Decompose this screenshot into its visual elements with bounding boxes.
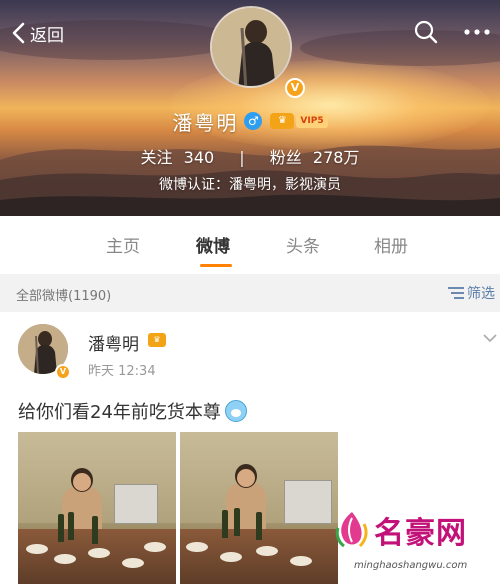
active-tab-indicator — [200, 264, 232, 267]
photo-content — [234, 508, 240, 536]
photo-content — [73, 473, 91, 491]
filter-button-label: 筛选 — [467, 286, 495, 302]
photo-content — [222, 510, 228, 538]
vip-crown-icon: ♛ — [148, 333, 166, 347]
photo-content — [144, 542, 166, 552]
tab-home[interactable]: 主页 — [106, 232, 140, 257]
following-stat[interactable]: 关注 340 — [138, 148, 223, 167]
photo-content — [58, 514, 64, 542]
profile-tabs: 主页 微博 头条 相册 — [0, 216, 500, 272]
verification-text: 微博认证：潘粤明，影视演员 — [159, 177, 341, 193]
post-timestamp: 昨天 12:34 — [88, 364, 156, 379]
stats-divider: | — [239, 148, 245, 167]
back-button[interactable]: 返回 — [10, 16, 64, 50]
photo-content — [256, 512, 262, 540]
vip-badge[interactable]: ♛ VIP5 — [270, 113, 328, 129]
profile-stats: 关注 340 | 粉丝 278万 — [0, 144, 500, 168]
profile-header: 返回 V 潘粤明 ♂ ♛ VIP5 关注 340 | 粉丝 278万 微博认证：… — [0, 0, 500, 216]
chevron-left-icon — [12, 22, 25, 44]
more-options-icon[interactable] — [462, 18, 492, 46]
photo-content — [54, 554, 76, 564]
post-count-label: 全部微博(1190) — [16, 289, 112, 304]
photo-content — [68, 512, 74, 540]
profile-avatar[interactable] — [210, 6, 292, 88]
followers-count: 278万 — [312, 148, 360, 167]
following-label: 关注 — [140, 148, 173, 167]
tab-album[interactable]: 相册 — [374, 232, 408, 257]
verified-badge-icon: V — [55, 364, 71, 380]
photo-content — [237, 469, 255, 487]
profile-name: 潘粤明 — [172, 110, 239, 135]
search-icon[interactable] — [412, 18, 440, 46]
filter-icon — [448, 287, 464, 299]
back-button-label: 返回 — [30, 25, 64, 46]
post-photo-2[interactable] — [180, 432, 338, 584]
post-photo-1[interactable] — [18, 432, 176, 584]
watermark-brand: 名豪网 — [374, 516, 467, 551]
photo-content — [290, 556, 312, 566]
followers-stat[interactable]: 粉丝 278万 — [267, 148, 363, 167]
vip-level: VIP5 — [296, 114, 328, 128]
photo-content — [114, 484, 158, 524]
photo-content — [256, 546, 278, 556]
post-content: 给你们看24年前吃货本尊 — [18, 398, 247, 424]
photo-content — [88, 548, 110, 558]
photo-content — [220, 552, 242, 562]
post-text: 给你们看24年前吃货本尊 — [18, 402, 221, 423]
filter-bar: 全部微博(1190) 筛选 — [0, 274, 500, 312]
photo-content — [122, 558, 144, 568]
chevron-down-icon[interactable] — [482, 330, 498, 346]
profile-name-row: 潘粤明 ♂ ♛ VIP5 — [0, 106, 500, 136]
tab-headlines[interactable]: 头条 — [286, 232, 320, 257]
verified-badge-icon: V — [285, 78, 305, 98]
filter-button[interactable]: 筛选 — [448, 283, 495, 303]
followers-label: 粉丝 — [269, 148, 302, 167]
photo-content — [92, 516, 98, 544]
photo-content — [26, 544, 48, 554]
watermark-url: minghaoshangwu.com — [354, 560, 468, 571]
following-count: 340 — [183, 148, 215, 167]
post-author-name[interactable]: 潘粤明 — [88, 330, 139, 355]
male-gender-icon: ♂ — [244, 112, 263, 130]
watermark-logo-icon — [335, 512, 368, 548]
photo-content — [186, 542, 208, 552]
tab-weibo[interactable]: 微博 — [196, 232, 230, 257]
photo-content — [284, 480, 332, 524]
doraemon-emoji-icon — [224, 400, 247, 422]
watermark: 名豪网 minghaoshangwu.com — [330, 506, 496, 582]
vip-crown-icon: ♛ — [270, 113, 295, 129]
